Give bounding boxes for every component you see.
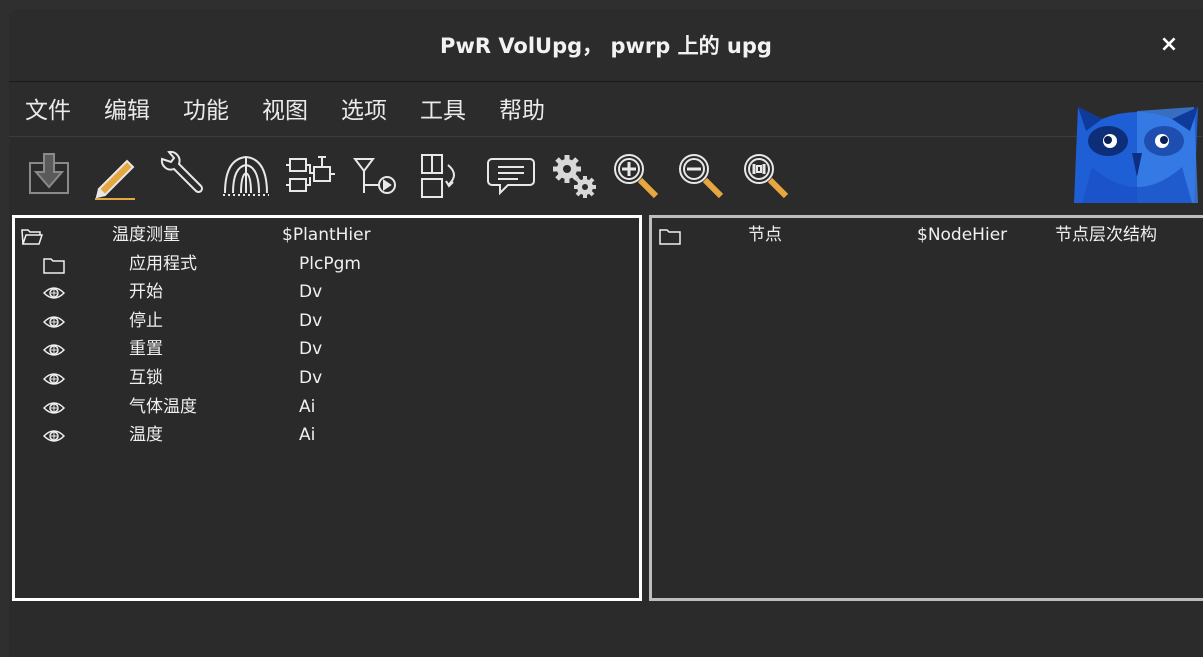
object-class: Dv [299, 282, 323, 303]
menu-bar: 文件 编辑 功能 视图 选项 工具 帮助 [9, 82, 1203, 137]
signal-eye-icon [42, 369, 66, 387]
object-name: 应用程式 [129, 253, 197, 274]
comment-bubble-icon[interactable] [484, 149, 538, 203]
object-name: 重置 [129, 339, 163, 360]
plant-hierarchy-panel[interactable]: 温度测量 $PlantHier 应用程式 PlcPgm 开始 Dv 停止 Dv 重置 Dv 互锁… [12, 215, 642, 601]
object-flow-icon[interactable] [414, 149, 468, 203]
owl-logo [1072, 97, 1203, 203]
title-bar: PwR VolUpg， pwrp 上的 upg × [9, 9, 1203, 82]
folder-icon [43, 255, 65, 274]
menu-file[interactable]: 文件 [25, 82, 71, 136]
signal-eye-icon [42, 312, 66, 330]
edit-pencil-icon[interactable] [89, 149, 143, 203]
gears-icon[interactable] [547, 149, 601, 203]
menu-help[interactable]: 帮助 [499, 82, 545, 136]
menu-edit[interactable]: 编辑 [104, 82, 150, 136]
signal-eye-icon [42, 340, 66, 358]
tree-row[interactable]: 重置 Dv [15, 335, 639, 363]
signal-valve-icon[interactable] [349, 149, 403, 203]
menu-view[interactable]: 视图 [262, 82, 308, 136]
object-name: 互锁 [129, 368, 163, 388]
zoom-out-icon[interactable] [674, 149, 728, 203]
object-class: Dv [299, 310, 323, 331]
object-name: 停止 [129, 310, 163, 331]
window-title: PwR VolUpg， pwrp 上的 upg [440, 34, 772, 58]
menu-functions[interactable]: 功能 [183, 82, 229, 136]
signal-eye-icon [42, 283, 66, 301]
object-class: $NodeHier [917, 225, 1008, 245]
menu-tools[interactable]: 工具 [420, 82, 466, 136]
node-hierarchy-panel[interactable]: 节点 $NodeHier 节点层次结构 [649, 215, 1203, 601]
folder-icon [659, 226, 681, 245]
object-class: PlcPgm [299, 253, 361, 274]
tree-row[interactable]: 节点 $NodeHier 节点层次结构 [652, 221, 1203, 249]
object-class: Ai [299, 396, 316, 417]
tree-row[interactable]: 停止 Dv [15, 307, 639, 335]
status-bar [9, 603, 1203, 657]
tree-row[interactable]: 温度测量 $PlantHier [15, 221, 639, 249]
tree-row[interactable]: 温度 Ai [15, 421, 639, 449]
object-class: Dv [299, 339, 323, 360]
zoom-reset-icon[interactable] [739, 149, 793, 203]
tree-row[interactable]: 开始 Dv [15, 278, 639, 306]
function-blocks-icon[interactable] [284, 149, 338, 203]
object-class: Ai [299, 425, 316, 446]
hierarchy-tree-icon[interactable] [219, 149, 273, 203]
object-name: 气体温度 [129, 396, 197, 417]
app-window: PwR VolUpg， pwrp 上的 upg × 文件 编辑 功能 视图 选项… [9, 9, 1203, 657]
object-name: 温度测量 [112, 225, 180, 245]
object-class: $PlantHier [282, 225, 371, 245]
tree-row[interactable]: 互锁 Dv [15, 364, 639, 392]
object-class: Dv [299, 368, 323, 388]
object-name: 节点 [748, 225, 782, 245]
object-description: 节点层次结构 [1055, 225, 1157, 245]
toolbar [9, 137, 1203, 213]
open-folder-icon [21, 226, 44, 245]
wrench-icon[interactable] [154, 149, 208, 203]
signal-eye-icon [42, 426, 66, 444]
zoom-in-icon[interactable] [609, 149, 663, 203]
signal-eye-icon [42, 398, 66, 416]
menu-options[interactable]: 选项 [341, 82, 387, 136]
close-icon[interactable]: × [1157, 33, 1181, 57]
tree-row[interactable]: 气体温度 Ai [15, 393, 639, 421]
object-name: 开始 [129, 282, 163, 303]
import-icon[interactable] [23, 149, 77, 203]
tree-row[interactable]: 应用程式 PlcPgm [15, 250, 639, 278]
object-name: 温度 [129, 425, 163, 446]
